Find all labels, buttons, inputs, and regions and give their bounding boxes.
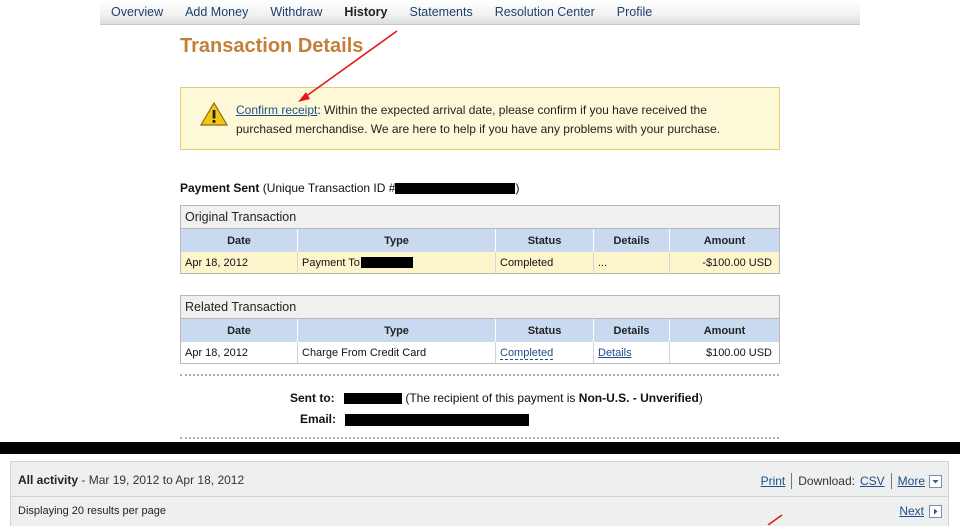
top-nav: Overview Add Money Withdraw History Stat…	[100, 0, 860, 25]
csv-link[interactable]: CSV	[860, 474, 885, 488]
row-details: Details	[593, 342, 670, 363]
print-link[interactable]: Print	[761, 474, 786, 488]
confirm-receipt-link[interactable]: Confirm receipt	[236, 103, 317, 117]
nav-withdraw[interactable]: Withdraw	[270, 5, 322, 19]
row-amount: $100.00 USD	[705, 346, 772, 359]
transaction-id-prefix: (Unique Transaction ID #	[262, 181, 396, 195]
related-transaction-box: Related Transaction Date Type Status Det…	[180, 295, 780, 364]
separator	[890, 473, 892, 489]
nav-history[interactable]: History	[344, 5, 387, 19]
recipient-status: Non-U.S. - Unverified	[578, 391, 699, 405]
col-date: Date	[181, 319, 298, 342]
separator	[791, 473, 793, 489]
col-details: Details	[593, 229, 670, 252]
row-type: Charge From Credit Card	[297, 342, 496, 363]
more-link[interactable]: More	[898, 474, 925, 488]
divider	[180, 374, 779, 376]
nav-statements[interactable]: Statements	[410, 5, 473, 19]
redacted-email	[345, 413, 530, 426]
recipient-note-prefix: (The recipient of this payment is	[405, 391, 579, 405]
col-status: Status	[495, 229, 594, 252]
original-transaction-caption: Original Transaction	[181, 206, 779, 229]
redacted-recipient-name	[344, 393, 403, 405]
pagination: Next	[899, 504, 942, 518]
page-title: Transaction Details	[180, 35, 364, 57]
warning-icon	[200, 101, 228, 126]
recipient-note-suffix: )	[698, 391, 703, 405]
download-label: Download:	[798, 474, 855, 488]
row-date: Apr 18, 2012	[181, 252, 298, 273]
next-link[interactable]: Next	[899, 504, 924, 518]
col-status: Status	[495, 319, 594, 342]
row-status: Completed	[495, 252, 594, 273]
nav-profile[interactable]: Profile	[617, 5, 652, 19]
payment-sent-line: Payment Sent (Unique Transaction ID #)	[180, 181, 519, 195]
status-completed-link[interactable]: Completed	[500, 346, 554, 360]
related-transaction-caption: Related Transaction	[181, 296, 779, 319]
col-type: Type	[297, 229, 496, 252]
chevron-down-icon[interactable]	[929, 474, 942, 488]
notice-box: Confirm receipt: Within the expected arr…	[180, 87, 780, 150]
table-row: Apr 18, 2012 Charge From Credit Card Com…	[181, 342, 779, 363]
chevron-right-icon[interactable]	[929, 504, 942, 518]
screenshot-divider-bar	[0, 442, 960, 454]
row-details: ...	[593, 252, 670, 273]
sent-to-label: Sent to:	[290, 391, 335, 405]
details-link[interactable]: Details	[598, 347, 632, 359]
activity-date-range: - Mar 19, 2012 to Apr 18, 2012	[78, 473, 245, 487]
results-per-page-text: Displaying 20 results per page	[18, 505, 166, 517]
table-header-row: Date Type Status Details Amount	[181, 229, 779, 252]
activity-header: All activity - Mar 19, 2012 to Apr 18, 2…	[11, 462, 948, 497]
nav-resolution-center[interactable]: Resolution Center	[495, 5, 595, 19]
row-type: Payment To	[297, 252, 496, 273]
payment-sent-label: Payment Sent	[180, 181, 260, 195]
activity-panel: All activity - Mar 19, 2012 to Apr 18, 2…	[10, 461, 949, 526]
col-amount: Amount	[669, 229, 779, 252]
table-row: Apr 18, 2012 Payment To Completed ... -$…	[181, 252, 779, 273]
email-label: Email:	[300, 412, 337, 426]
redacted-recipient	[360, 257, 413, 269]
nav-overview[interactable]: Overview	[111, 5, 163, 19]
activity-title: All activity - Mar 19, 2012 to Apr 18, 2…	[18, 473, 245, 487]
notice-text: Confirm receipt: Within the expected arr…	[236, 101, 766, 139]
original-transaction-box: Original Transaction Date Type Status De…	[180, 205, 780, 274]
col-amount: Amount	[669, 319, 779, 342]
email-row: Email:	[300, 412, 530, 426]
sent-to-row: Sent to: (The recipient of this payment …	[290, 391, 703, 405]
divider	[180, 437, 779, 439]
activity-actions: Print Download: CSV More	[761, 473, 942, 489]
transaction-id-suffix: )	[515, 181, 520, 195]
nav-add-money[interactable]: Add Money	[185, 5, 248, 19]
row-status: Completed	[495, 342, 594, 363]
col-details: Details	[593, 319, 670, 342]
row-amount: -$100.00 USD	[669, 252, 779, 273]
col-type: Type	[297, 319, 496, 342]
table-header-row: Date Type Status Details Amount	[181, 319, 779, 342]
related-transaction-table: Date Type Status Details Amount Apr 18, …	[181, 319, 779, 363]
col-date: Date	[181, 229, 298, 252]
original-transaction-table: Date Type Status Details Amount Apr 18, …	[181, 229, 779, 273]
redacted-transaction-id	[395, 183, 516, 195]
row-date: Apr 18, 2012	[181, 342, 298, 363]
